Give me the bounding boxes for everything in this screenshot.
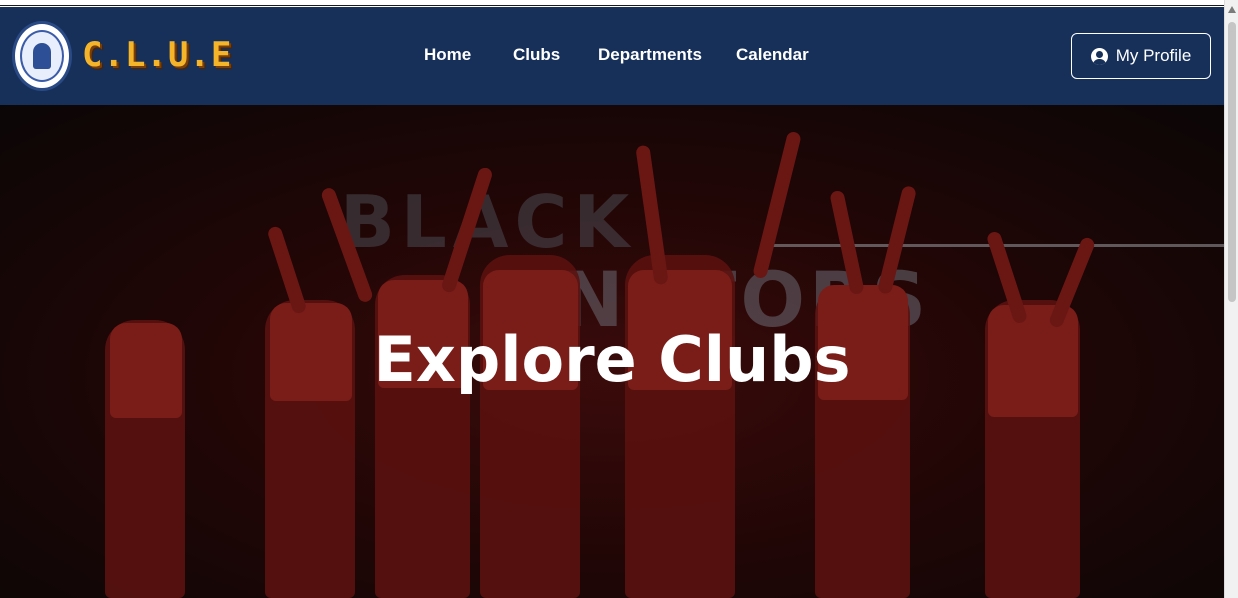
- stage-backdrop-text-1: BLACK: [340, 180, 636, 264]
- nav-calendar-link[interactable]: Calendar: [736, 45, 809, 65]
- top-edge: [0, 0, 1224, 6]
- hero-banner: BLACK NATORS Explore Clubs: [0, 105, 1224, 598]
- vertical-scrollbar[interactable]: [1224, 0, 1238, 598]
- scroll-up-arrow-icon[interactable]: [1228, 6, 1236, 13]
- scrollbar-thumb[interactable]: [1228, 22, 1236, 302]
- user-circle-icon: [1090, 47, 1108, 65]
- my-profile-label: My Profile: [1115, 46, 1192, 65]
- nav-clubs-link[interactable]: Clubs: [513, 45, 560, 65]
- nav-home-link[interactable]: Home: [424, 45, 471, 65]
- navbar: C.L.U.E Home Clubs Departments Calendar …: [0, 7, 1224, 105]
- nav-departments-link[interactable]: Departments: [598, 45, 702, 65]
- app-window: C.L.U.E Home Clubs Departments Calendar …: [0, 0, 1238, 598]
- hero-title: Explore Clubs: [373, 323, 851, 396]
- main-navigation: Home Clubs Departments Calendar: [0, 45, 1224, 69]
- my-profile-button[interactable]: My Profile: [1071, 33, 1211, 79]
